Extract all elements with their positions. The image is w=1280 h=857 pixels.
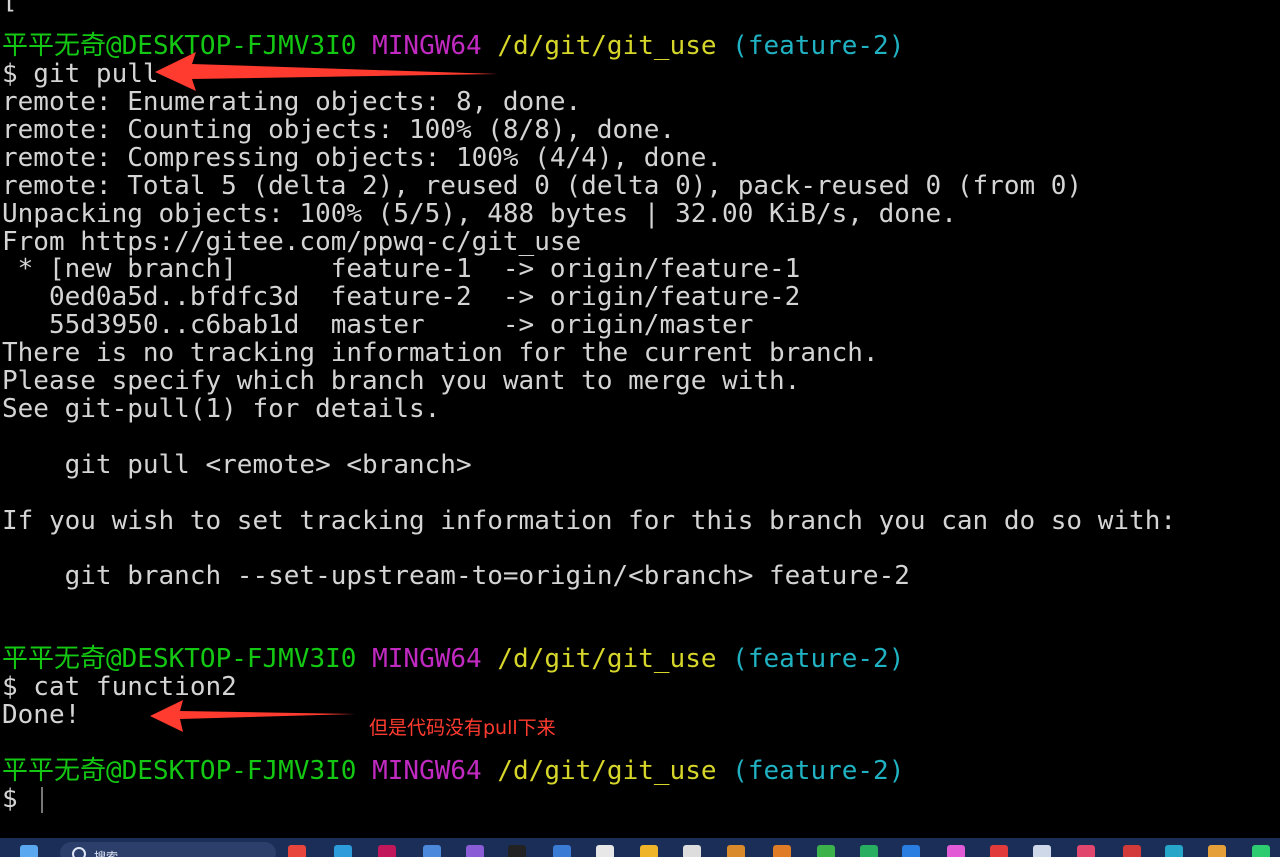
output-line: 55d3950..c6bab1d master -> origin/master	[2, 310, 754, 341]
wechat-icon[interactable]	[1252, 845, 1270, 857]
app-icon[interactable]	[553, 845, 571, 857]
app-icon[interactable]	[378, 845, 396, 857]
prompt-line: 平平无奇@DESKTOP-FJMV3I0 MINGW64 /d/git/git_…	[2, 757, 904, 785]
output-line: If you wish to set tracking information …	[2, 505, 1176, 536]
arrow-to-done	[150, 700, 355, 732]
prompt-path: /d/git/git_use	[497, 31, 717, 61]
edge-icon[interactable]	[334, 845, 352, 857]
app-icon[interactable]	[1077, 845, 1095, 857]
output-line: remote: Compressing objects: 100% (4/4),…	[2, 142, 723, 173]
prompt-path: /d/git/git_use	[497, 644, 717, 674]
output-line: See git-pull(1) for details.	[2, 393, 441, 424]
terminal-window[interactable]: [ 平平无奇@DESKTOP-FJMV3I0 MINGW64 /d/git/gi…	[0, 0, 1280, 838]
search-placeholder: 搜索	[94, 850, 119, 857]
terminal-line-fragment: [	[2, 0, 18, 15]
prompt-user: 平平无奇@DESKTOP-FJMV3I0	[2, 31, 357, 61]
prompt-shell: MINGW64	[372, 644, 482, 674]
prompt-branch: (feature-2)	[732, 756, 905, 786]
output-line: From https://gitee.com/ppwq-c/git_use	[2, 226, 582, 257]
search-icon	[72, 847, 86, 857]
app-icon[interactable]	[773, 845, 791, 857]
command-line: $ cat function2	[2, 672, 237, 702]
input-prompt: $	[2, 784, 34, 814]
app-icon[interactable]	[947, 845, 965, 857]
app-icon[interactable]	[990, 845, 1008, 857]
prompt-user: 平平无奇@DESKTOP-FJMV3I0	[2, 644, 357, 674]
app-icon[interactable]	[1033, 845, 1051, 857]
app-icon[interactable]	[727, 845, 745, 857]
output-line: * [new branch] feature-1 -> origin/featu…	[2, 254, 801, 285]
pycharm-icon[interactable]	[860, 845, 878, 857]
app-icon[interactable]	[1123, 845, 1141, 857]
output-line: remote: Total 5 (delta 2), reused 0 (del…	[2, 170, 1083, 201]
prompt-line: 平平无奇@DESKTOP-FJMV3I0 MINGW64 /d/git/git_…	[2, 645, 904, 673]
prompt-shell: MINGW64	[372, 756, 482, 786]
output-line: git pull <remote> <branch>	[2, 449, 472, 480]
app-icon[interactable]	[596, 845, 614, 857]
prompt-branch: (feature-2)	[732, 31, 905, 61]
output-line: remote: Enumerating objects: 8, done.	[2, 87, 582, 117]
output-line: remote: Counting objects: 100% (8/8), do…	[2, 114, 676, 145]
annotation-text: 但是代码没有pull下来	[369, 717, 556, 739]
output-line: Unpacking objects: 100% (5/5), 488 bytes…	[2, 198, 957, 229]
taskbar: 搜索	[0, 838, 1280, 857]
app-icon[interactable]	[423, 845, 441, 857]
search-box[interactable]: 搜索	[60, 842, 276, 857]
input-line[interactable]: $	[2, 784, 44, 814]
app-icon[interactable]	[1208, 845, 1226, 857]
output-line: Done!	[2, 700, 81, 730]
prompt-branch: (feature-2)	[732, 644, 905, 674]
file-explorer-icon[interactable]	[640, 845, 658, 857]
prompt-shell: MINGW64	[372, 31, 482, 61]
prompt-line: 平平无奇@DESKTOP-FJMV3I0 MINGW64 /d/git/git_…	[2, 32, 904, 60]
vscode-icon[interactable]	[902, 845, 920, 857]
visual-studio-icon[interactable]	[466, 845, 484, 857]
prompt-path: /d/git/git_use	[497, 756, 717, 786]
output-line: There is no tracking information for the…	[2, 338, 879, 369]
output-line: Please specify which branch you want to …	[2, 366, 801, 396]
chrome-icon[interactable]	[288, 845, 306, 857]
command-line: $ git pull	[2, 59, 159, 89]
text-cursor	[41, 786, 44, 813]
start-icon[interactable]	[20, 845, 38, 857]
app-icon[interactable]	[817, 845, 835, 857]
output-line: 0ed0a5d..bfdfc3d feature-2 -> origin/fea…	[2, 282, 801, 313]
store-icon[interactable]	[683, 845, 701, 857]
output-line: git branch --set-upstream-to=origin/<bra…	[2, 561, 910, 592]
app-icon[interactable]	[1165, 845, 1183, 857]
prompt-user: 平平无奇@DESKTOP-FJMV3I0	[2, 756, 357, 786]
app-icon[interactable]	[508, 845, 526, 857]
